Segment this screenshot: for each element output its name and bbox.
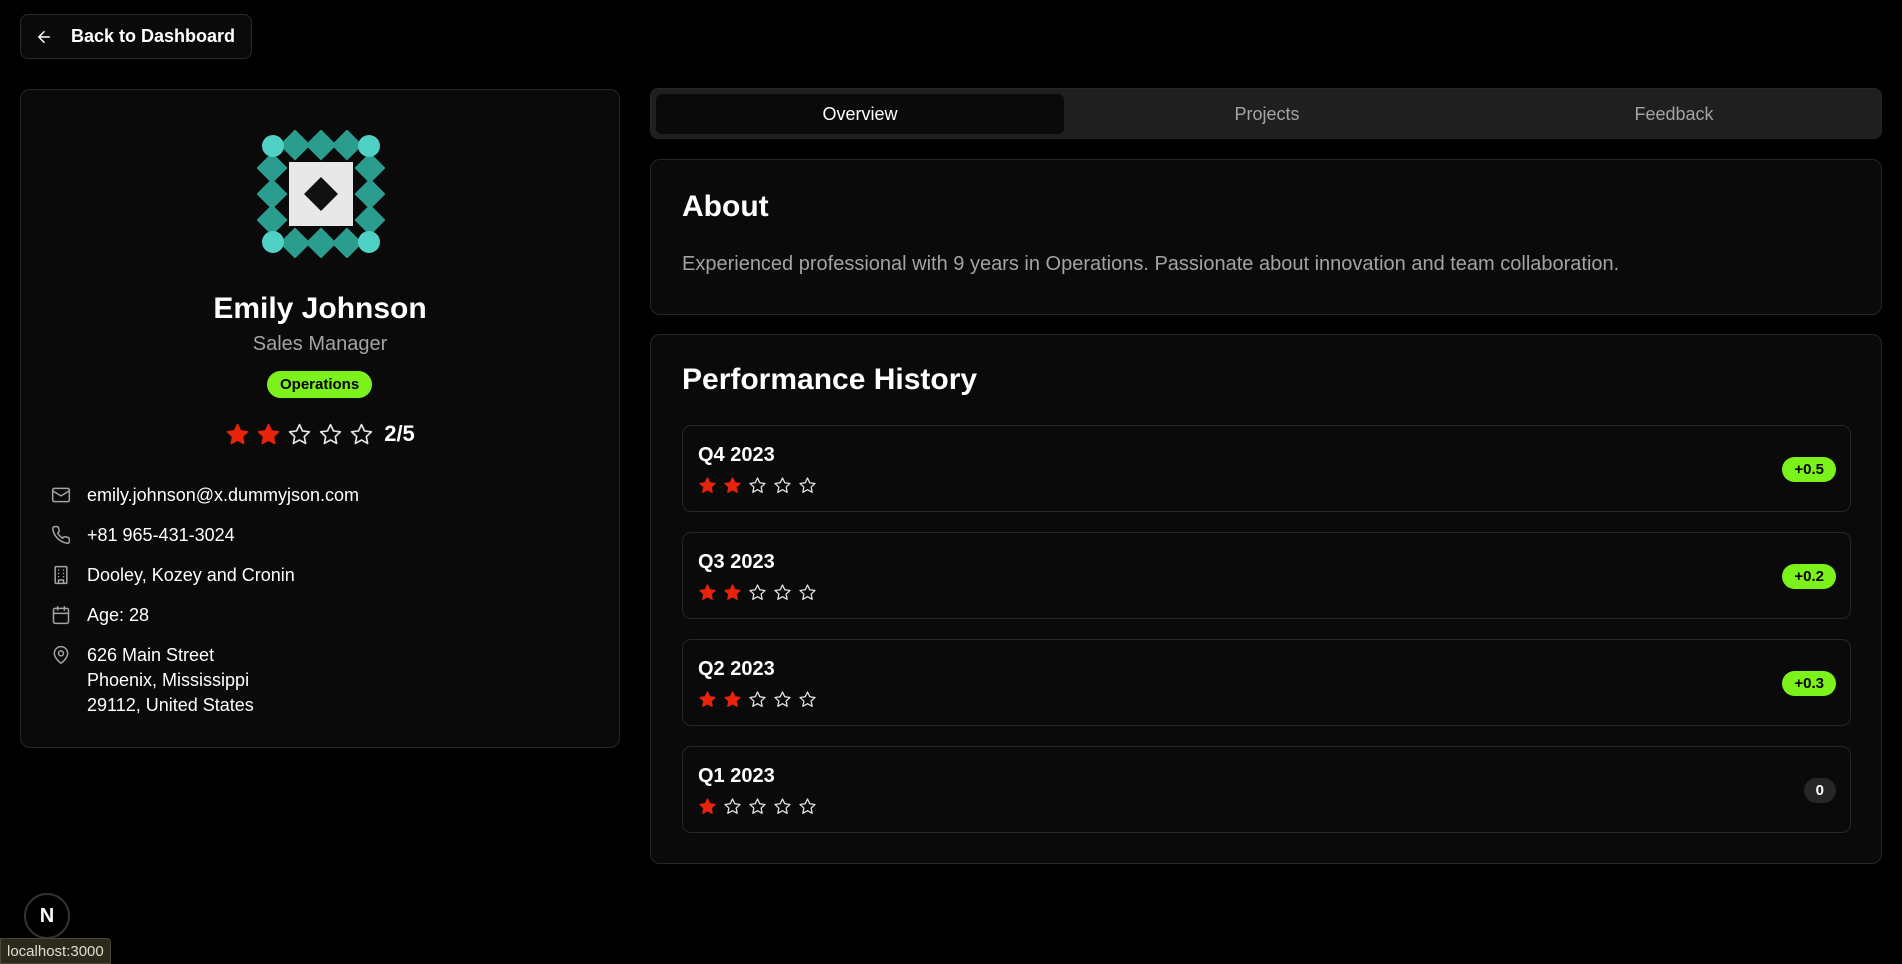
star-empty-icon [799, 691, 816, 707]
performance-quarter: Q1 2023 [698, 765, 775, 787]
dev-tools-badge[interactable]: N [24, 893, 70, 939]
about-card: About Experienced professional with 9 ye… [650, 159, 1882, 315]
address-text: 626 Main Street Phoenix, Mississippi 291… [87, 643, 254, 718]
performance-delta-badge: +0.3 [1782, 671, 1836, 696]
star-empty-icon [319, 423, 342, 444]
age-text: Age: 28 [87, 605, 150, 625]
performance-item: Q4 2023 +0.5 [682, 425, 1851, 512]
department-badge: Operations [267, 371, 373, 398]
address-line-3: 29112, United States [87, 695, 254, 715]
calendar-icon [52, 605, 70, 625]
performance-item: Q2 2023 +0.3 [682, 639, 1851, 726]
star-empty-icon [774, 798, 791, 814]
email-text: emily.johnson@x.dummyjson.com [87, 485, 360, 505]
company-text: Dooley, Kozey and Cronin [87, 565, 295, 585]
back-to-dashboard-button[interactable]: Back to Dashboard [20, 14, 253, 59]
performance-stars [698, 690, 817, 709]
performance-heading: Performance History [682, 363, 978, 396]
arrow-left-icon [38, 30, 50, 43]
star-empty-icon [799, 584, 816, 600]
company-row: Dooley, Kozey and Cronin [51, 563, 295, 588]
star-empty-icon [774, 477, 791, 493]
status-bar-url: localhost:3000 [0, 938, 111, 964]
star-filled-icon [724, 691, 741, 707]
address-row: 626 Main Street Phoenix, Mississippi 291… [51, 643, 254, 718]
star-empty-icon [749, 477, 766, 493]
star-filled-icon [699, 584, 716, 600]
profile-tabs: Overview Projects Feedback [650, 88, 1882, 139]
phone-row: +81 965-431-3024 [51, 523, 235, 548]
tab-overview[interactable]: Overview [656, 94, 1064, 134]
profile-card: Emily Johnson Sales Manager Operations 2… [20, 89, 620, 748]
star-empty-icon [774, 584, 791, 600]
star-empty-icon [724, 798, 741, 814]
avatar [257, 130, 385, 258]
employee-name: Emily Johnson [213, 292, 427, 325]
employee-title: Sales Manager [252, 333, 388, 355]
star-empty-icon [799, 477, 816, 493]
building-icon [54, 565, 68, 585]
star-empty-icon [749, 798, 766, 814]
star-empty-icon [350, 423, 373, 444]
mail-icon [51, 487, 71, 503]
age-row: Age: 28 [51, 603, 149, 628]
performance-quarter: Q3 2023 [698, 551, 775, 573]
star-filled-icon [226, 423, 249, 444]
phone-text: +81 965-431-3024 [87, 525, 235, 545]
performance-quarter: Q2 2023 [698, 658, 775, 680]
performance-item: Q1 2023 0 [682, 746, 1851, 833]
star-filled-icon [699, 691, 716, 707]
performance-quarter: Q4 2023 [698, 444, 775, 466]
performance-stars [698, 797, 817, 816]
star-empty-icon [774, 691, 791, 707]
rating-stars: 2/5 [21, 421, 619, 447]
performance-item: Q3 2023 +0.2 [682, 532, 1851, 619]
about-heading: About [682, 190, 769, 223]
star-empty-icon [749, 691, 766, 707]
map-pin-icon [53, 645, 69, 665]
phone-icon [52, 525, 71, 544]
address-line-1: 626 Main Street [87, 645, 215, 665]
performance-delta-badge: 0 [1803, 778, 1836, 803]
address-line-2: Phoenix, Mississippi [87, 670, 250, 690]
tab-projects[interactable]: Projects [1063, 94, 1471, 134]
performance-delta-badge: +0.5 [1782, 457, 1836, 482]
email-row: emily.johnson@x.dummyjson.com [51, 483, 359, 508]
star-filled-icon [699, 798, 716, 814]
about-text: Experienced professional with 9 years in… [682, 253, 1620, 275]
performance-history-card: Performance History Q4 2023 +0.5 Q3 2023… [650, 334, 1882, 864]
star-filled-icon [724, 584, 741, 600]
star-empty-icon [799, 798, 816, 814]
star-empty-icon [749, 584, 766, 600]
tab-feedback[interactable]: Feedback [1470, 94, 1878, 134]
performance-stars [698, 476, 817, 495]
star-filled-icon [699, 477, 716, 493]
star-empty-icon [288, 423, 311, 444]
performance-delta-badge: +0.2 [1782, 564, 1836, 589]
star-filled-icon [257, 423, 280, 444]
star-filled-icon [724, 477, 741, 493]
back-button-label: Back to Dashboard [71, 26, 236, 46]
rating-text: 2/5 [384, 421, 415, 446]
performance-stars [698, 583, 817, 602]
